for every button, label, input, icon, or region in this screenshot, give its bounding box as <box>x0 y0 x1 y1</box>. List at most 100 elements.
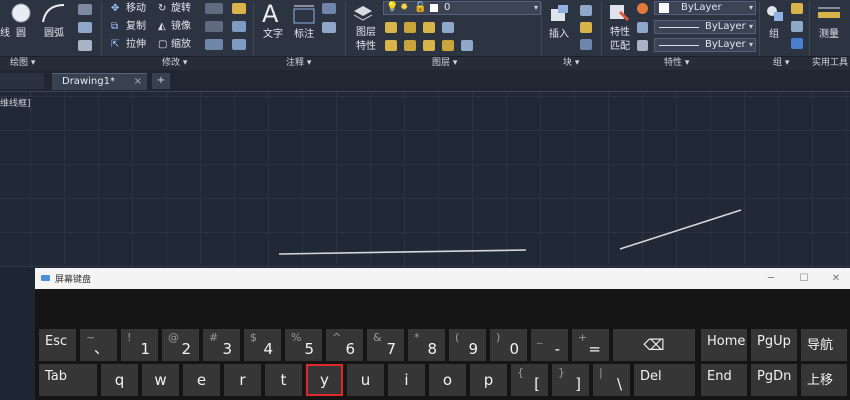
gradient-icon[interactable] <box>78 40 92 51</box>
text-button[interactable]: 文字 <box>263 29 283 41</box>
layer-tool-icon[interactable] <box>461 40 473 51</box>
key-home[interactable]: Home <box>701 329 747 361</box>
group-icon[interactable] <box>764 2 786 24</box>
key-t[interactable]: t <box>265 364 302 396</box>
key-0[interactable]: ) 0 <box>490 329 527 361</box>
stretch-icon[interactable]: ⇱ <box>111 39 119 51</box>
drawing-canvas[interactable]: 维线框] <box>0 92 850 268</box>
key-3[interactable]: #3 <box>203 329 240 361</box>
minimize-button[interactable]: ─ <box>757 269 785 288</box>
move-button[interactable]: 移动 <box>126 3 146 15</box>
layer-tool-icon[interactable] <box>404 40 416 51</box>
groups-panel-label[interactable]: 组 ▾ <box>773 57 789 70</box>
leader-icon[interactable] <box>322 3 336 14</box>
key-backspace[interactable]: ⌫ <box>613 329 695 361</box>
layer-tool-icon[interactable] <box>423 22 435 33</box>
hatch-icon[interactable] <box>78 4 92 15</box>
trim-icon[interactable] <box>205 3 223 14</box>
key-equals[interactable]: + = <box>572 329 609 361</box>
tab-drawing1[interactable]: Drawing1* × <box>52 73 147 90</box>
block-tool-icon[interactable] <box>580 39 592 50</box>
close-icon[interactable]: × <box>134 74 142 90</box>
scale-button[interactable]: 缩放 <box>171 39 191 51</box>
group-tool-icon[interactable] <box>791 38 803 49</box>
copy-button[interactable]: 复制 <box>126 21 146 33</box>
key-move-up[interactable]: 上移 <box>801 364 847 396</box>
erase-icon[interactable] <box>232 3 246 14</box>
key-4[interactable]: $4 <box>244 329 281 361</box>
key-left-bracket[interactable]: {[ <box>511 364 548 396</box>
layer-tool-icon[interactable] <box>385 40 397 51</box>
lineweight-icon[interactable] <box>637 40 648 51</box>
key-q[interactable]: q <box>101 364 138 396</box>
dimension-icon[interactable] <box>292 3 316 25</box>
circle-button[interactable]: 圆 <box>16 28 26 40</box>
close-button[interactable]: ✕ <box>822 269 850 288</box>
key-r[interactable]: r <box>224 364 261 396</box>
lineweight-dropdown[interactable]: ByLayer ▾ <box>654 38 756 52</box>
key-2[interactable]: @2 <box>162 329 199 361</box>
osk-title-bar[interactable]: 屏幕键盘 ─ ☐ ✕ <box>35 268 850 289</box>
layer-tool-icon[interactable] <box>442 40 454 51</box>
insert-block-icon[interactable] <box>548 3 572 25</box>
group-tool-icon[interactable] <box>791 3 803 14</box>
block-panel-label[interactable]: 块 ▾ <box>563 57 579 70</box>
key-backtick[interactable]: ~、 <box>80 329 117 361</box>
text-icon[interactable]: A <box>262 0 278 28</box>
key-8[interactable]: * 8 <box>408 329 445 361</box>
explode-icon[interactable] <box>232 21 246 32</box>
key-7[interactable]: & 7 <box>367 329 404 361</box>
layer-dropdown[interactable]: 💡 ✹ 🔓 0 ▾ <box>383 1 541 15</box>
measure-icon[interactable] <box>816 4 842 24</box>
properties-panel-label[interactable]: 特性 ▾ <box>664 57 689 70</box>
key-nav[interactable]: 导航 <box>801 329 847 361</box>
polyline-button[interactable]: 线 <box>0 28 10 40</box>
key-esc[interactable]: Esc <box>39 329 76 361</box>
measure-button[interactable]: 测量 <box>819 29 839 41</box>
key-pgup[interactable]: PgUp <box>751 329 797 361</box>
draw-panel-label[interactable]: 绘图 ▾ <box>10 57 35 70</box>
key-1[interactable]: ! 1 <box>121 329 158 361</box>
palette-icon[interactable] <box>637 3 648 14</box>
key-p[interactable]: p <box>470 364 507 396</box>
linetype-dropdown[interactable]: ByLayer ▾ <box>654 20 756 34</box>
layer-tool-icon[interactable] <box>404 22 416 33</box>
linetype-icon[interactable] <box>637 22 648 33</box>
key-e[interactable]: e <box>183 364 220 396</box>
key-pgdn[interactable]: PgDn <box>751 364 797 396</box>
new-tab-button[interactable]: + <box>152 73 170 89</box>
match-properties-button[interactable]: 特性 <box>610 27 630 39</box>
key-9[interactable]: (9 <box>449 329 486 361</box>
key-delete[interactable]: Del <box>634 364 695 396</box>
key-minus[interactable]: _ - <box>531 329 568 361</box>
key-w[interactable]: w <box>142 364 179 396</box>
table-icon[interactable] <box>322 22 336 33</box>
arc-button[interactable]: 圆弧 <box>44 28 64 40</box>
offset-icon[interactable] <box>232 39 246 50</box>
key-right-bracket[interactable]: }] <box>552 364 589 396</box>
layer-properties-button[interactable]: 图层 <box>356 27 376 39</box>
copy-icon[interactable]: ⧉ <box>111 21 118 33</box>
layers-panel-label[interactable]: 图层 ▾ <box>432 57 457 70</box>
layer-properties-icon[interactable] <box>352 3 374 23</box>
block-tool-icon[interactable] <box>580 22 592 33</box>
stretch-button[interactable]: 拉伸 <box>126 39 146 51</box>
mirror-button[interactable]: 镜像 <box>171 21 191 33</box>
scale-icon[interactable]: ▢ <box>158 39 167 51</box>
array-icon[interactable] <box>205 39 223 50</box>
key-u[interactable]: u <box>347 364 384 396</box>
key-y[interactable]: y <box>306 364 343 396</box>
insert-button[interactable]: 插入 <box>549 29 569 41</box>
key-5[interactable]: % 5 <box>285 329 322 361</box>
key-tab[interactable]: Tab <box>39 364 97 396</box>
arc-icon[interactable] <box>40 2 66 24</box>
move-icon[interactable]: ✥ <box>111 3 119 15</box>
key-i[interactable]: i <box>388 364 425 396</box>
layer-tool-icon[interactable] <box>423 40 435 51</box>
key-o[interactable]: o <box>429 364 466 396</box>
key-backslash[interactable]: | \ <box>593 364 630 396</box>
key-end[interactable]: End <box>701 364 747 396</box>
drawn-line[interactable] <box>278 249 527 255</box>
rotate-icon[interactable]: ↻ <box>158 3 166 15</box>
drawn-line[interactable] <box>619 209 742 250</box>
